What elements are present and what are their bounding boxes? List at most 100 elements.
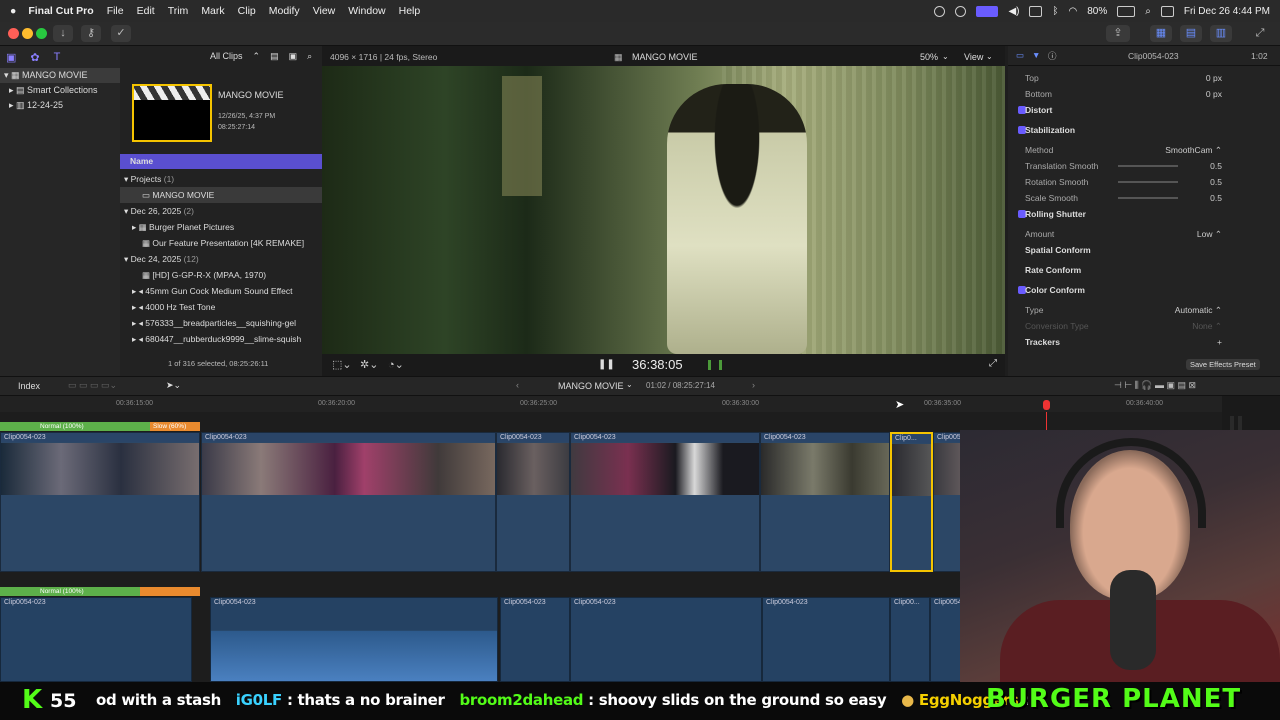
libraries-icon[interactable]: ▣ [6,51,16,64]
audio-clip[interactable]: Clip0054-023 [762,597,890,682]
event-item[interactable]: ▸ ▥ 12-24-25 [0,98,120,113]
list-item[interactable]: ▦ [HD] G-GP-R-X (MPAA, 1970) [120,267,322,283]
library-item[interactable]: ▾ ▦ MANGO MOVIE [0,68,120,83]
timeline-clip[interactable]: Clip0054-023 [760,432,890,572]
inspector-row-value[interactable]: 0.5 [1210,174,1222,190]
menu-file[interactable]: File [107,5,124,17]
inspector-row-value[interactable]: Low ⌃ [1197,226,1222,242]
group-dec-24[interactable]: ▾ Dec 24, 2025 (12) [120,251,322,267]
browser-settings-icon[interactable]: ▣ [289,51,298,62]
control-center-icon[interactable] [1160,5,1174,17]
wifi-icon[interactable]: ◠ [1068,6,1077,17]
zoom-dropdown[interactable]: 50% [920,52,938,62]
video-frame[interactable] [322,66,1005,354]
inspector-row-value[interactable]: SmoothCam ⌃ [1165,142,1222,158]
timeline-clip[interactable]: Clip0054-023 [570,432,760,572]
inspector-row[interactable]: Conversion Type None ⌃ [1008,318,1280,334]
menu-view[interactable]: View [313,5,336,17]
inspector-row-value[interactable]: + [1217,334,1222,350]
bluetooth-icon[interactable]: ᛒ [1052,6,1058,17]
speed-normal-bar[interactable]: Normal (100%) [0,422,150,431]
group-projects[interactable]: ▾ Projects (1) [120,171,322,187]
inspector-row[interactable]: Trackers + [1008,334,1280,350]
timeline-ruler[interactable]: 00:36:15:00 00:36:20:00 00:36:25:00 00:3… [0,396,1222,412]
close-window-button[interactable] [8,28,19,39]
inspector-row[interactable]: Translation Smooth 0.5 [1008,158,1280,174]
transform-tool-icon[interactable]: ⬚⌄ [332,358,352,371]
apple-icon[interactable]: ● [10,5,16,17]
enhance-tool-icon[interactable]: ✲⌄ [360,358,378,371]
audio-clip[interactable]: Clip0054-023 [210,597,498,682]
battery-percent[interactable]: 80% [1087,6,1107,17]
menu-help[interactable]: Help [399,5,421,17]
speed-slow-bar[interactable]: Slow (60%) [150,422,200,431]
audio-clip[interactable]: Clip0054-023 [0,597,192,682]
view-chevron-icon[interactable]: ⌄ [986,52,993,61]
inspector-row-value[interactable]: 0 px [1206,70,1222,86]
project-row[interactable]: ▭ MANGO MOVIE [120,187,322,203]
menu-window[interactable]: Window [348,5,385,17]
layout-browser-button[interactable]: ▦ [1150,25,1172,42]
clip-appearance-icons[interactable]: ▭ ▭ ▭ ▭⌄ [68,380,117,391]
inspector-row[interactable]: Spatial Conform [1008,242,1280,258]
inspector-row[interactable]: Distort [1008,102,1280,118]
forward-history-icon[interactable]: › [752,380,755,390]
info-inspector-icon[interactable]: ⓘ [1048,50,1057,62]
browser-view-icon[interactable]: ▤ [270,51,279,62]
timeline-clip[interactable]: Clip0054-023 [0,432,200,572]
inspector-row-value[interactable]: 0.5 [1210,190,1222,206]
filter-chevron-icon[interactable]: ⌃ [253,51,261,62]
project-thumbnail[interactable] [132,84,212,142]
import-button[interactable]: ↓ [53,25,73,42]
layout-inspector-button[interactable]: ▥ [1210,25,1232,42]
inspector-row-value[interactable]: Automatic ⌃ [1175,302,1222,318]
speed-tool-icon[interactable]: ◔⌄ [388,358,404,371]
inspector-row[interactable]: Type Automatic ⌃ [1008,302,1280,318]
value-slider[interactable] [1118,197,1178,199]
search-icon[interactable]: ⌕ [307,51,312,62]
clock[interactable]: Fri Dec 26 4:44 PM [1184,6,1270,17]
layout-timeline-button[interactable]: ▤ [1180,25,1202,42]
inspector-row[interactable]: Method SmoothCam ⌃ [1008,142,1280,158]
menu-trim[interactable]: Trim [168,5,189,17]
list-item[interactable]: ▸ ◂ 45mm Gun Cock Medium Sound Effect [120,283,322,299]
back-history-icon[interactable]: ‹ [516,380,519,390]
inspector-row[interactable]: Scale Smooth 0.5 [1008,190,1280,206]
fullscreen-button[interactable]: ⤢ [1250,25,1270,42]
index-button[interactable]: Index [18,381,40,391]
clip-filter-dropdown[interactable]: All Clips [210,51,243,61]
volume-icon[interactable]: ◀) [1008,6,1019,17]
inspector-row[interactable]: Amount Low ⌃ [1008,226,1280,242]
display-icon[interactable] [1029,5,1043,17]
color-inspector-icon[interactable]: ▼ [1032,50,1040,60]
globe-icon[interactable] [955,5,967,17]
inspector-row[interactable]: Top 0 px [1008,70,1280,86]
search-icon[interactable]: ⌕ [1145,6,1151,17]
audio-clip[interactable]: Clip00... [890,597,930,682]
inspector-row[interactable]: Rate Conform [1008,262,1280,278]
list-item[interactable]: ▸ ◂ 576333__breadparticles__squishing-ge… [120,315,322,331]
playhead-marker[interactable] [1043,400,1050,410]
name-column-header[interactable]: Name [120,154,322,169]
value-slider[interactable] [1118,165,1178,167]
play-pause-button[interactable]: ❚❚ [598,359,615,370]
inspector-row-value[interactable]: 0 px [1206,86,1222,102]
menu-edit[interactable]: Edit [137,5,155,17]
titles-icon[interactable]: T [54,51,61,63]
inspector-row[interactable]: Bottom 0 px [1008,86,1280,102]
audio-speed-slow-bar[interactable] [140,587,200,596]
inspector-row-value[interactable]: None ⌃ [1192,318,1222,334]
timeline-clip[interactable]: Clip0054-023 [201,432,496,572]
save-effects-preset-button[interactable]: Save Effects Preset [1186,359,1260,370]
timeline-clip[interactable]: Clip0054-023 [496,432,570,572]
photos-icon[interactable]: ✿ [30,51,39,64]
menu-mark[interactable]: Mark [201,5,224,17]
smart-collections-item[interactable]: ▸ ▤ Smart Collections [0,83,120,98]
record-status-icon[interactable] [934,5,946,17]
inspector-row[interactable]: Stabilization [1008,122,1280,138]
group-dec-26[interactable]: ▾ Dec 26, 2025 (2) [120,203,322,219]
project-chevron-icon[interactable]: ⌄ [626,380,633,389]
minimize-window-button[interactable] [22,28,33,39]
timeline-controls-icons[interactable]: ⊣ ⊢ ⫼ 🎧 ▬ ▣ ▤ ⊠ [1114,380,1196,391]
screen-share-icon[interactable] [976,5,999,17]
